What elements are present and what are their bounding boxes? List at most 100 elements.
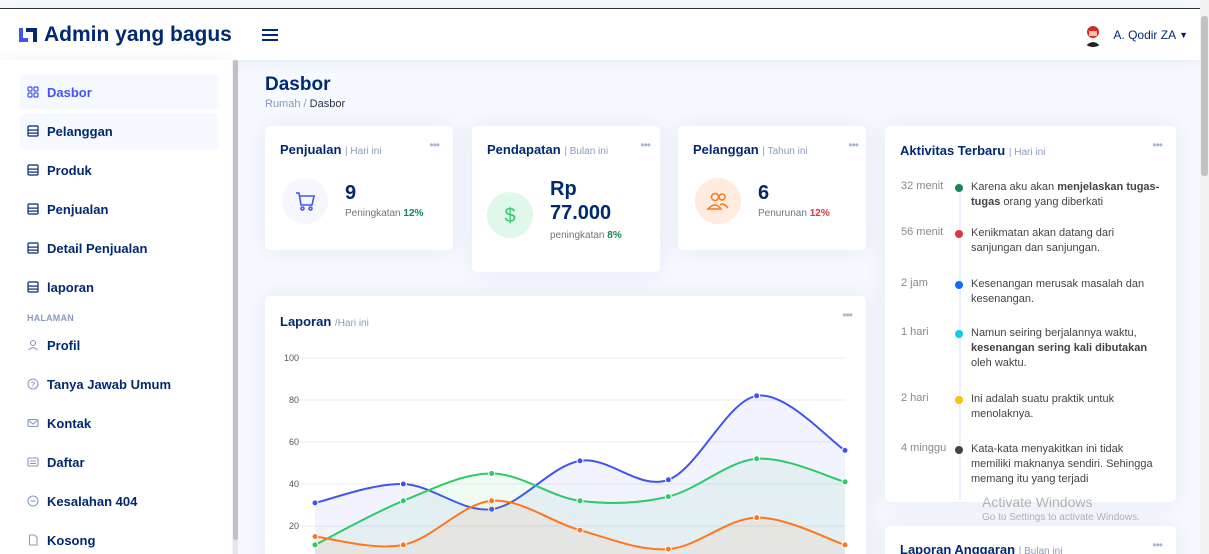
data-point-0-3[interactable] <box>576 457 584 465</box>
dollar-icon: $ <box>487 192 533 238</box>
customers-note-label: Penurunan <box>758 208 807 219</box>
sidebar-item-profil[interactable]: Profil <box>20 327 218 363</box>
sidebar-item-daftar[interactable]: Daftar <box>20 444 218 480</box>
card-list-icon <box>27 456 39 468</box>
more-icon[interactable]: ••• <box>429 138 440 152</box>
revenue-value: 77.000 <box>550 202 612 224</box>
activity-text-part: oleh waktu. <box>971 357 1027 369</box>
data-point-1-6[interactable] <box>841 478 849 486</box>
watermark-title: Activate Windows <box>982 494 1093 510</box>
data-point-0-5[interactable] <box>753 392 761 400</box>
sidebar-item-produk[interactable]: Produk <box>20 152 218 188</box>
data-point-1-3[interactable] <box>576 497 584 505</box>
sidebar-item-label: Produk <box>47 162 92 178</box>
activity-dot <box>955 184 963 192</box>
sidebar-item-label: Kontak <box>47 415 92 431</box>
svg-text:?: ? <box>31 380 36 389</box>
y-tick-label: 40 <box>289 479 299 489</box>
sidebar-item-penjualan[interactable]: Penjualan <box>20 191 218 227</box>
activity-dot <box>955 446 963 454</box>
data-point-2-2[interactable] <box>488 497 496 505</box>
windows-activation-watermark: Activate Windows Go to Settings to activ… <box>982 494 1140 523</box>
data-point-0-4[interactable] <box>664 476 672 484</box>
more-icon[interactable]: ••• <box>848 138 859 152</box>
activity-dot <box>955 330 963 338</box>
sidebar-item-kontak[interactable]: Kontak <box>20 405 218 441</box>
activity-dot <box>955 281 963 289</box>
card-title-text: Aktivitas Terbaru <box>900 143 1006 158</box>
page-title-block: Dasbor Rumah / Dasbor <box>265 74 345 110</box>
data-point-2-1[interactable] <box>399 541 407 549</box>
card-title-text: Penjualan <box>280 142 342 157</box>
data-point-0-6[interactable] <box>841 446 849 454</box>
sidebar-item-detail-penjualan[interactable]: Detail Penjualan <box>20 230 218 266</box>
sales-value: 9 <box>345 182 357 204</box>
data-point-1-5[interactable] <box>753 455 761 463</box>
layout-icon <box>27 164 39 176</box>
activity-text-part: orang yang diberkati <box>1000 196 1104 208</box>
people-icon <box>695 178 741 224</box>
data-point-1-4[interactable] <box>664 493 672 501</box>
budget-card: Laporan Anggaran | Bulan ini ••• <box>885 526 1176 554</box>
page-title: Dasbor <box>265 74 331 95</box>
card-title: Penjualan | Hari ini <box>280 142 382 157</box>
activity-time: 2 hari <box>901 392 929 404</box>
more-icon[interactable]: ••• <box>1152 138 1163 152</box>
activity-text: Kesenangan merusak masalah dan kesenanga… <box>971 278 1145 305</box>
chevron-down-icon: ▼ <box>1179 29 1188 40</box>
activity-text: Namun seiring berjalannya waktu, kesenan… <box>971 326 1161 371</box>
sidebar-item-pelanggan[interactable]: Pelanggan <box>20 113 218 149</box>
logo[interactable]: Admin yang bagus <box>18 23 232 47</box>
sidebar-scrollbar[interactable] <box>233 60 238 554</box>
more-icon[interactable]: ••• <box>640 138 651 152</box>
revenue-card: Pendapatan | Bulan ini ••• $ Rp 77.000 p… <box>472 126 660 272</box>
sidebar-scrollbar-thumb[interactable] <box>233 60 238 540</box>
data-point-2-6[interactable] <box>841 541 849 549</box>
data-point-0-1[interactable] <box>399 480 407 488</box>
avatar <box>1081 22 1106 47</box>
sales-note-label: Peningkatan <box>345 208 401 219</box>
data-point-2-0[interactable] <box>311 533 319 540</box>
card-filter: | Bulan ini <box>1018 546 1063 554</box>
card-filter: | Hari ini <box>345 146 382 157</box>
activity-time: 1 hari <box>901 326 929 338</box>
envelope-icon <box>27 417 39 429</box>
y-tick-label: 100 <box>284 353 299 363</box>
card-title: Pendapatan | Bulan ini <box>487 142 608 157</box>
data-point-1-1[interactable] <box>399 497 407 505</box>
activity-time: 4 minggu <box>901 442 947 454</box>
card-filter: | Bulan ini <box>564 146 609 157</box>
profile-dropdown[interactable]: A. Qodir ZA ▼ <box>1081 22 1188 47</box>
toggle-sidebar-icon[interactable] <box>261 24 278 46</box>
sidebar-item-laporan[interactable]: laporan <box>20 269 218 305</box>
data-point-1-2[interactable] <box>488 470 496 477</box>
page-scrollbar[interactable] <box>1200 0 1209 554</box>
sidebar-item-dasbor[interactable]: Dasbor <box>20 74 218 110</box>
data-point-2-5[interactable] <box>753 514 761 522</box>
card-title: Laporan Anggaran | Bulan ini <box>900 542 1062 554</box>
layout-icon <box>27 281 39 293</box>
main: Dasbor Rumah / Dasbor Penjualan | Hari i… <box>248 60 1188 554</box>
data-point-0-0[interactable] <box>311 499 319 507</box>
y-tick-label: 20 <box>289 521 299 531</box>
sidebar-item-kosong[interactable]: Kosong <box>20 522 218 554</box>
sidebar-item-label: Tanya Jawab Umum <box>47 376 172 392</box>
activity-text-part: Namun seiring berjalannya waktu, <box>971 327 1137 339</box>
user-name: A. Qodir ZA <box>1113 27 1177 42</box>
sidebar-item-label: Kesalahan 404 <box>47 493 138 509</box>
data-point-2-3[interactable] <box>576 526 584 534</box>
activity-text: Karena aku akan menjelaskan tugas-tugas … <box>971 180 1161 210</box>
page-scrollbar-thumb[interactable] <box>1201 16 1208 176</box>
y-tick-label: 80 <box>289 395 299 405</box>
breadcrumb: Rumah / Dasbor <box>265 98 345 110</box>
breadcrumb-home[interactable]: Rumah <box>265 98 300 110</box>
dash-circle-icon <box>27 495 39 507</box>
svg-text:$: $ <box>504 205 515 226</box>
more-icon[interactable]: ••• <box>1152 538 1163 552</box>
sidebar-item-kesalahan-404[interactable]: Kesalahan 404 <box>20 483 218 519</box>
data-point-2-4[interactable] <box>664 545 672 553</box>
y-tick-label: 60 <box>289 437 299 447</box>
sidebar-item-faq[interactable]: ? Tanya Jawab Umum <box>20 366 218 402</box>
cart-icon <box>282 178 328 224</box>
revenue-pct: 8% <box>607 230 622 241</box>
